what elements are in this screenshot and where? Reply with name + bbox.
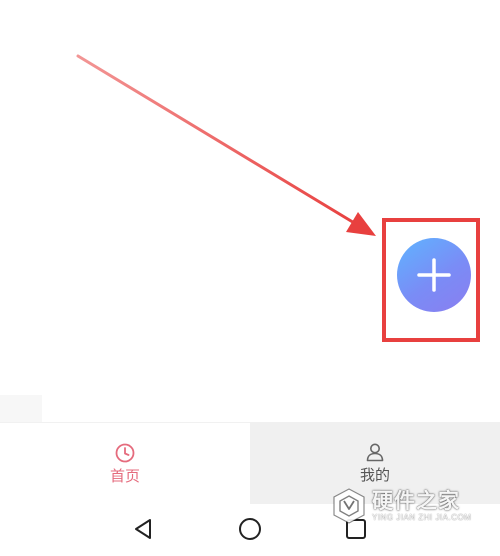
background-shade [0,395,42,422]
watermark-logo [333,488,365,524]
tab-home-label: 首页 [109,467,140,485]
app-screen: 首页 我的 硬件之家 YING JIAN ZHI JIA.COM [0,0,500,556]
watermark: 硬件之家 YING JIAN ZHI JIA.COM [332,486,500,526]
tab-home[interactable]: 首页 [0,422,250,504]
clock-icon [115,443,135,462]
tab-mine-label: 我的 [359,467,390,484]
watermark-subtitle: YING JIAN ZHI JIA.COM [372,513,472,522]
plus-icon [417,258,451,292]
home-circle-icon[interactable] [237,516,263,542]
watermark-title: 硬件之家 [372,489,460,513]
back-triangle-icon[interactable] [130,516,156,542]
add-button[interactable] [397,238,471,312]
user-icon [366,443,384,462]
